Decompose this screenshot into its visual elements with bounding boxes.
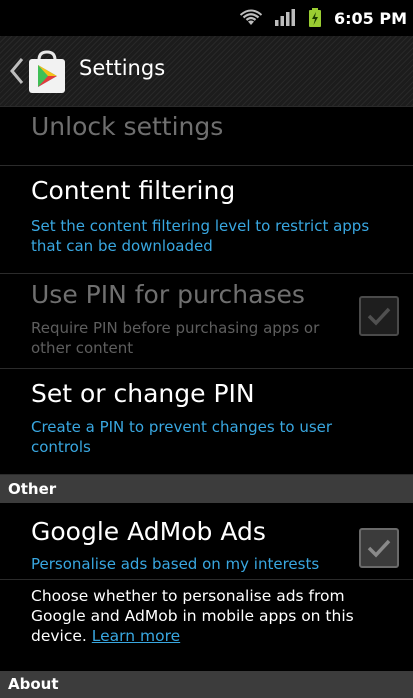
section-header-about: About [0,671,413,698]
set-pin-row[interactable]: Set or change PIN Create a PIN to preven… [0,369,413,475]
use-pin-checkbox[interactable] [359,296,399,336]
use-pin-row[interactable]: Use PIN for purchases Require PIN before… [0,274,413,369]
set-pin-title: Set or change PIN [31,379,255,408]
section-header-other: Other [0,475,413,503]
use-pin-title: Use PIN for purchases [31,280,305,309]
content-filtering-row[interactable]: Content filtering Set the content filter… [0,166,413,274]
set-pin-subtitle: Create a PIN to prevent changes to user … [31,418,333,456]
admob-title: Google AdMob Ads [31,517,266,546]
checkmark-icon [367,307,391,326]
admob-subtitle: Personalise ads based on my interests [31,555,320,573]
checkmark-icon [367,539,391,558]
admob-info-text: Choose whether to personalise ads from G… [31,586,391,646]
unlock-settings-row[interactable]: Unlock settings [0,107,413,166]
action-bar: Settings [0,36,413,107]
signal-icon [274,9,295,26]
wifi-icon [239,9,262,25]
page-title: Settings [79,56,166,80]
admob-checkbox[interactable] [359,528,399,568]
unlock-settings-title: Unlock settings [31,112,224,141]
battery-charging-icon [308,8,321,27]
content-filtering-title: Content filtering [31,176,236,205]
status-time: 6:05 PM [333,8,407,28]
learn-more-link[interactable]: Learn more [92,627,180,645]
use-pin-subtitle: Require PIN before purchasing apps or ot… [31,319,320,357]
admob-row[interactable]: Google AdMob Ads Personalise ads based o… [0,503,413,580]
play-store-icon[interactable] [26,50,68,94]
status-bar: 6:05 PM [0,0,413,36]
content-filtering-subtitle: Set the content filtering level to restr… [31,217,370,255]
back-chevron-icon[interactable] [10,58,24,84]
status-icons: 6:05 PM [239,7,407,29]
admob-info-body: Choose whether to personalise ads from G… [31,587,354,645]
